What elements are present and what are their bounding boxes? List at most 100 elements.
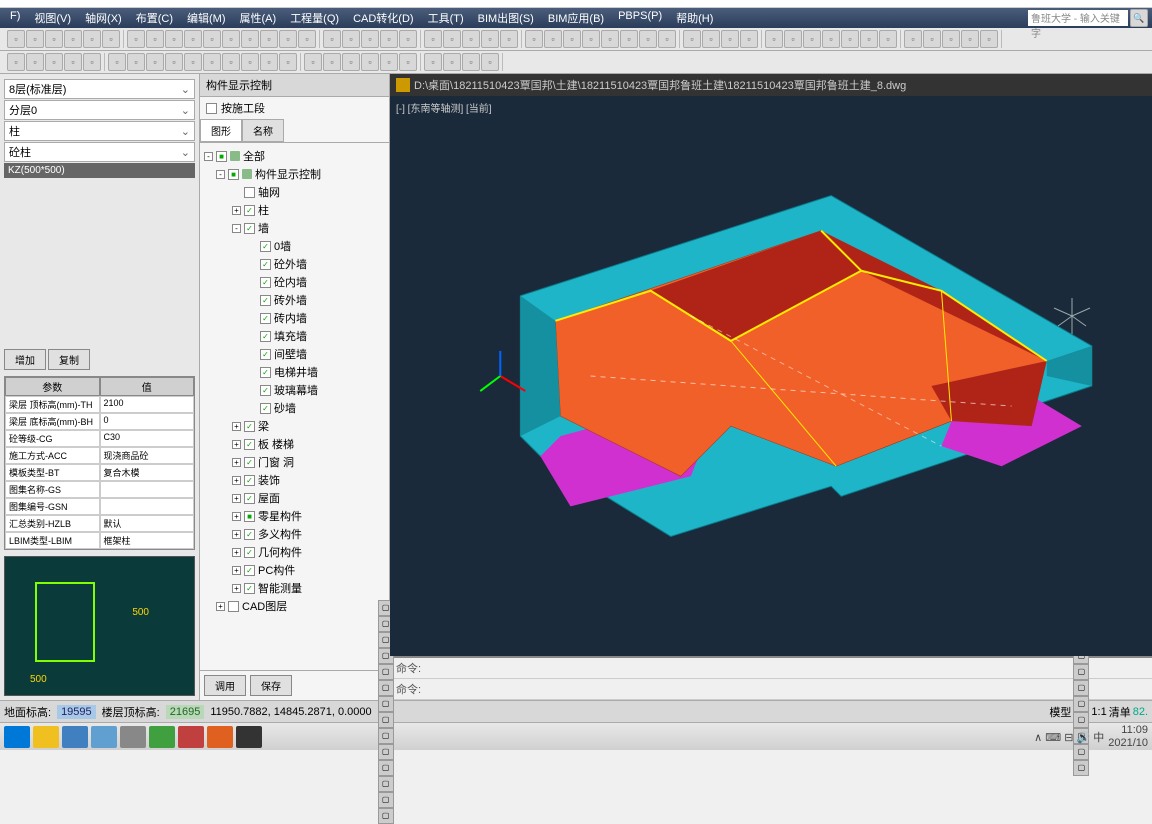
toolbar-icon[interactable]: ▫ (26, 53, 44, 71)
tree-checkbox[interactable]: ✓ (244, 421, 255, 432)
tree-item[interactable]: ✓砼内墙 (204, 273, 385, 291)
toolbar-icon[interactable]: ▫ (481, 30, 499, 48)
toolbar-icon[interactable]: ▫ (683, 30, 701, 48)
command-input[interactable]: 命令: (390, 679, 1152, 700)
toolbar-icon[interactable]: ▫ (165, 53, 183, 71)
menu-item[interactable]: 视图(V) (28, 8, 77, 28)
toolbar-icon[interactable]: ▫ (879, 30, 897, 48)
tree-checkbox[interactable]: ■ (228, 169, 239, 180)
layer-dropdown[interactable]: 分层0 (4, 100, 195, 120)
toolbar-icon[interactable]: ▫ (64, 53, 82, 71)
tree-toggle-icon[interactable]: + (232, 476, 241, 485)
toolbar-icon[interactable]: ▫ (443, 30, 461, 48)
help-search-input[interactable]: 鲁班大学 - 输入关键字 (1028, 10, 1128, 26)
element-name-row[interactable]: KZ(500*500) (4, 163, 195, 178)
ime-indicator[interactable]: ∧ ⌨ ⊟ 🔊 中 (1034, 729, 1104, 745)
taskbar-app-icon[interactable] (91, 726, 117, 748)
tree-item[interactable]: -✓墙 (204, 219, 385, 237)
view-label[interactable]: [-] [东南等轴测] [当前] (396, 100, 492, 115)
tree-checkbox[interactable]: ✓ (244, 223, 255, 234)
toolbar-icon[interactable]: ▫ (222, 53, 240, 71)
tree-checkbox[interactable]: ✓ (244, 547, 255, 558)
tree-checkbox[interactable]: ■ (216, 151, 227, 162)
menu-item[interactable]: 轴网(X) (79, 8, 128, 28)
search-icon[interactable]: 🔍 (1130, 9, 1148, 27)
status-toggle-icon[interactable]: ▢ (378, 808, 394, 824)
toolbar-icon[interactable]: ▫ (127, 30, 145, 48)
menu-item[interactable]: 帮助(H) (670, 8, 719, 28)
toolbar-icon[interactable]: ▫ (860, 30, 878, 48)
toolbar-icon[interactable]: ▫ (500, 30, 518, 48)
toolbar-icon[interactable]: ▫ (942, 30, 960, 48)
toolbar-icon[interactable]: ▫ (298, 30, 316, 48)
toolbar-icon[interactable]: ▫ (462, 53, 480, 71)
toolbar-icon[interactable]: ▫ (784, 30, 802, 48)
menu-item[interactable]: 工程量(Q) (284, 8, 345, 28)
tree-toggle-icon[interactable]: + (232, 206, 241, 215)
toolbar-icon[interactable]: ▫ (184, 30, 202, 48)
param-row[interactable]: 梁层 顶标高(mm)-TH2100 (5, 396, 194, 413)
param-row[interactable]: 梁层 底标高(mm)-BH0 (5, 413, 194, 430)
toolbar-icon[interactable]: ▫ (980, 30, 998, 48)
status-toggle-icon[interactable]: ▢ (378, 664, 394, 680)
tree-item[interactable]: +✓柱 (204, 201, 385, 219)
toolbar-icon[interactable]: ▫ (380, 30, 398, 48)
taskbar-app-icon[interactable] (149, 726, 175, 748)
tree-checkbox[interactable]: ✓ (244, 439, 255, 450)
tree-item[interactable]: -■构件显示控制 (204, 165, 385, 183)
toolbar-icon[interactable]: ▫ (108, 53, 126, 71)
tree-item[interactable]: +✓屋面 (204, 489, 385, 507)
toolbar-icon[interactable]: ▫ (184, 53, 202, 71)
menu-item[interactable]: F) (4, 8, 26, 28)
status-toggle-icon[interactable]: ▢ (378, 696, 394, 712)
toolbar-icon[interactable]: ▫ (904, 30, 922, 48)
tree-toggle-icon[interactable]: - (216, 170, 225, 179)
toolbar-icon[interactable]: ▫ (765, 30, 783, 48)
toolbar-icon[interactable]: ▫ (165, 30, 183, 48)
tree-item[interactable]: ✓砂墙 (204, 399, 385, 417)
param-row[interactable]: LBIM类型-LBIM框架柱 (5, 532, 194, 549)
tree-toggle-icon[interactable]: + (232, 530, 241, 539)
tree-checkbox[interactable]: ✓ (244, 205, 255, 216)
taskbar-app-icon[interactable] (207, 726, 233, 748)
toolbar-icon[interactable]: ▫ (740, 30, 758, 48)
tree-item[interactable]: ✓玻璃幕墙 (204, 381, 385, 399)
menu-item[interactable]: BIM出图(S) (472, 8, 540, 28)
status-toggle-icon[interactable]: ▢ (378, 680, 394, 696)
tree-toggle-icon[interactable]: + (232, 566, 241, 575)
status-toggle-icon[interactable]: ▢ (1073, 680, 1089, 696)
tree-checkbox[interactable]: ✓ (244, 529, 255, 540)
toolbar-icon[interactable]: ▫ (721, 30, 739, 48)
visibility-tree[interactable]: -■全部-■构件显示控制轴网+✓柱-✓墙✓0墙✓砼外墙✓砼内墙✓砖外墙✓砖内墙✓… (200, 143, 389, 670)
toolbar-icon[interactable]: ▫ (260, 53, 278, 71)
toolbar-icon[interactable]: ▫ (222, 30, 240, 48)
menu-item[interactable]: BIM应用(B) (542, 8, 610, 28)
param-row[interactable]: 图集名称-GS (5, 481, 194, 498)
toolbar-icon[interactable]: ▫ (443, 53, 461, 71)
toolbar-icon[interactable]: ▫ (481, 53, 499, 71)
toolbar-icon[interactable]: ▫ (304, 53, 322, 71)
toolbar-icon[interactable]: ▫ (203, 30, 221, 48)
status-toggle-icon[interactable]: ▢ (378, 728, 394, 744)
tree-toggle-icon[interactable]: - (204, 152, 213, 161)
param-row[interactable]: 砼等级-CGC30 (5, 430, 194, 447)
tree-item[interactable]: ✓填充墙 (204, 327, 385, 345)
tree-checkbox[interactable]: ✓ (244, 493, 255, 504)
tree-checkbox[interactable]: ✓ (260, 367, 271, 378)
toolbar-icon[interactable]: ▫ (203, 53, 221, 71)
status-toggle-icon[interactable]: ▢ (378, 760, 394, 776)
status-toggle-icon[interactable]: ▢ (1073, 696, 1089, 712)
status-toggle-icon[interactable]: ▢ (378, 744, 394, 760)
tree-toggle-icon[interactable]: + (232, 548, 241, 557)
toolbar-icon[interactable]: ▫ (841, 30, 859, 48)
toolbar-icon[interactable]: ▫ (146, 53, 164, 71)
toolbar-icon[interactable]: ▫ (462, 30, 480, 48)
toolbar-icon[interactable]: ▫ (45, 30, 63, 48)
tree-item[interactable]: +✓多义构件 (204, 525, 385, 543)
toolbar-icon[interactable]: ▫ (620, 30, 638, 48)
tree-toggle-icon[interactable]: + (232, 422, 241, 431)
tree-item[interactable]: ✓0墙 (204, 237, 385, 255)
tree-checkbox[interactable]: ✓ (260, 295, 271, 306)
command-area[interactable]: 命令: 命令: (390, 656, 1152, 700)
3d-viewport[interactable]: [-] [东南等轴测] [当前] (390, 96, 1152, 656)
